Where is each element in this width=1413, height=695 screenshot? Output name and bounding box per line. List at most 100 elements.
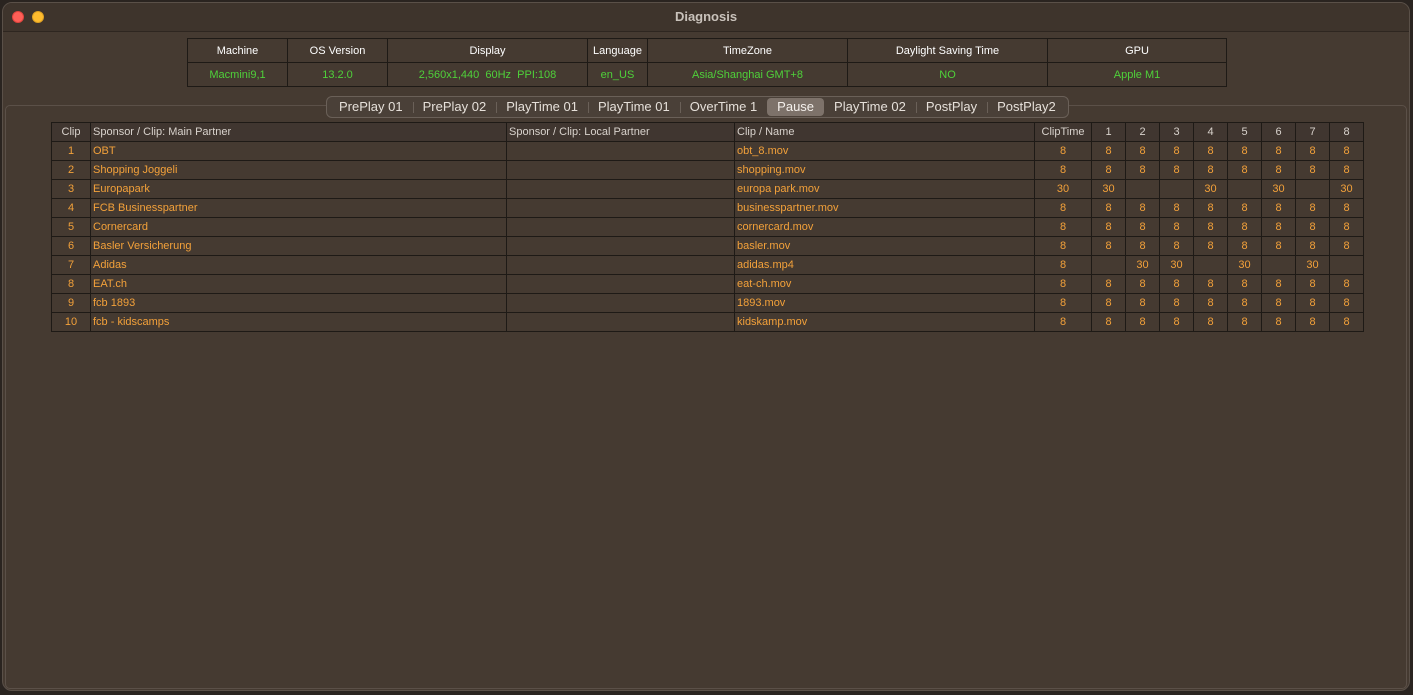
main-partner-cell: fcb - kidscamps	[90, 312, 507, 332]
slot-8-cell: 8	[1329, 141, 1364, 161]
slot-8-cell: 8	[1329, 312, 1364, 332]
os-version-header: OS Version	[287, 38, 388, 63]
local-partner-cell	[506, 179, 735, 199]
local-partner-cell	[506, 274, 735, 294]
tab-preplay-02[interactable]: PrePlay 02	[412, 98, 497, 116]
local-partner-cell	[506, 217, 735, 237]
slot-3-cell: 8	[1159, 312, 1194, 332]
table-row[interactable]: 8 EAT.ch eat-ch.mov 8 8 8 8 8 8 8 8 8	[51, 274, 1364, 294]
main-partner-cell: FCB Businesspartner	[90, 198, 507, 218]
slot-3-cell: 8	[1159, 293, 1194, 313]
clip-number-cell: 7	[51, 255, 91, 275]
main-partner-cell: Shopping Joggeli	[90, 160, 507, 180]
tab-preplay-01[interactable]: PrePlay 01	[329, 98, 413, 116]
clip-number-cell: 10	[51, 312, 91, 332]
slot-2-cell: 8	[1125, 198, 1160, 218]
slot-2-cell: 8	[1125, 236, 1160, 256]
slot-6-cell: 8	[1261, 274, 1296, 294]
slot-1-cell: 8	[1091, 198, 1126, 218]
column-header-slot-7[interactable]: 7	[1295, 122, 1330, 142]
tab-playtime-01[interactable]: PlayTime 01	[496, 98, 588, 116]
slot-4-cell	[1193, 255, 1228, 275]
slot-6-cell: 8	[1261, 293, 1296, 313]
column-header-slot-4[interactable]: 4	[1193, 122, 1228, 142]
table-row[interactable]: 4 FCB Businesspartner businesspartner.mo…	[51, 198, 1364, 218]
diagnosis-window: Diagnosis Machine OS Version Display Lan…	[2, 2, 1410, 691]
slot-7-cell: 8	[1295, 293, 1330, 313]
table-row[interactable]: 3 Europapark europa park.mov 30 30 30 30…	[51, 179, 1364, 199]
slot-1-cell: 8	[1091, 217, 1126, 237]
slot-5-cell: 8	[1227, 312, 1262, 332]
slot-3-cell: 8	[1159, 198, 1194, 218]
daylight-saving-value: NO	[847, 62, 1048, 87]
table-row[interactable]: 2 Shopping Joggeli shopping.mov 8 8 8 8 …	[51, 160, 1364, 180]
column-header-slot-3[interactable]: 3	[1159, 122, 1194, 142]
column-header-slot-1[interactable]: 1	[1091, 122, 1126, 142]
slot-2-cell: 8	[1125, 312, 1160, 332]
table-row[interactable]: 6 Basler Versicherung basler.mov 8 8 8 8…	[51, 236, 1364, 256]
slot-4-cell: 8	[1193, 312, 1228, 332]
slot-3-cell: 8	[1159, 236, 1194, 256]
slot-8-cell: 8	[1329, 217, 1364, 237]
column-header-cliptime[interactable]: ClipTime	[1034, 122, 1092, 142]
os-version-value: 13.2.0	[287, 62, 388, 87]
slot-5-cell: 30	[1227, 255, 1262, 275]
slot-3-cell: 8	[1159, 274, 1194, 294]
slot-2-cell	[1125, 179, 1160, 199]
clip-name-cell: shopping.mov	[734, 160, 1035, 180]
display-value: 2,560x1,440 60Hz PPI:108	[387, 62, 588, 87]
slot-5-cell: 8	[1227, 293, 1262, 313]
language-header: Language	[587, 38, 648, 63]
column-header-slot-8[interactable]: 8	[1329, 122, 1364, 142]
column-header-slot-5[interactable]: 5	[1227, 122, 1262, 142]
tab-postplay[interactable]: PostPlay	[915, 98, 987, 116]
slot-5-cell: 8	[1227, 141, 1262, 161]
tab-postplay2[interactable]: PostPlay2	[987, 98, 1066, 116]
machine-header: Machine	[187, 38, 288, 63]
tab-playtime-01-second[interactable]: PlayTime 01	[587, 98, 680, 116]
slot-5-cell	[1227, 179, 1262, 199]
clip-table-header-row: Clip Sponsor / Clip: Main Partner Sponso…	[51, 122, 1364, 142]
clip-number-cell: 2	[51, 160, 91, 180]
cliptime-cell: 8	[1034, 217, 1092, 237]
slot-8-cell: 8	[1329, 274, 1364, 294]
slot-1-cell: 8	[1091, 293, 1126, 313]
local-partner-cell	[506, 293, 735, 313]
cliptime-cell: 8	[1034, 198, 1092, 218]
column-header-slot-6[interactable]: 6	[1261, 122, 1296, 142]
cliptime-cell: 8	[1034, 255, 1092, 275]
slot-5-cell: 8	[1227, 160, 1262, 180]
slot-8-cell: 8	[1329, 293, 1364, 313]
tab-pause[interactable]: Pause	[767, 98, 825, 116]
slot-6-cell: 8	[1261, 217, 1296, 237]
clip-number-cell: 4	[51, 198, 91, 218]
column-header-clip[interactable]: Clip	[51, 122, 91, 142]
clip-name-cell: kidskamp.mov	[734, 312, 1035, 332]
table-row[interactable]: 7 Adidas adidas.mp4 8 30 30 30 30	[51, 255, 1364, 275]
local-partner-cell	[506, 236, 735, 256]
table-row[interactable]: 5 Cornercard cornercard.mov 8 8 8 8 8 8 …	[51, 217, 1364, 237]
main-partner-cell: EAT.ch	[90, 274, 507, 294]
table-row[interactable]: 1 OBT obt_8.mov 8 8 8 8 8 8 8 8 8	[51, 141, 1364, 161]
cliptime-cell: 8	[1034, 274, 1092, 294]
slot-1-cell	[1091, 255, 1126, 275]
clip-name-cell: eat-ch.mov	[734, 274, 1035, 294]
slot-6-cell: 8	[1261, 236, 1296, 256]
cliptime-cell: 30	[1034, 179, 1092, 199]
slot-6-cell: 30	[1261, 179, 1296, 199]
clip-number-cell: 3	[51, 179, 91, 199]
column-header-local-partner[interactable]: Sponsor / Clip: Local Partner	[506, 122, 735, 142]
table-row[interactable]: 10 fcb - kidscamps kidskamp.mov 8 8 8 8 …	[51, 312, 1364, 332]
slot-5-cell: 8	[1227, 236, 1262, 256]
slot-7-cell: 8	[1295, 217, 1330, 237]
slot-8-cell: 8	[1329, 160, 1364, 180]
column-header-clip-name[interactable]: Clip / Name	[734, 122, 1035, 142]
column-header-main-partner[interactable]: Sponsor / Clip: Main Partner	[90, 122, 507, 142]
local-partner-cell	[506, 312, 735, 332]
tab-overtime-1[interactable]: OverTime 1	[679, 98, 767, 116]
main-partner-cell: Cornercard	[90, 217, 507, 237]
table-row[interactable]: 9 fcb 1893 1893.mov 8 8 8 8 8 8 8 8 8	[51, 293, 1364, 313]
column-header-slot-2[interactable]: 2	[1125, 122, 1160, 142]
tab-playtime-02[interactable]: PlayTime 02	[824, 98, 916, 116]
slot-5-cell: 8	[1227, 217, 1262, 237]
